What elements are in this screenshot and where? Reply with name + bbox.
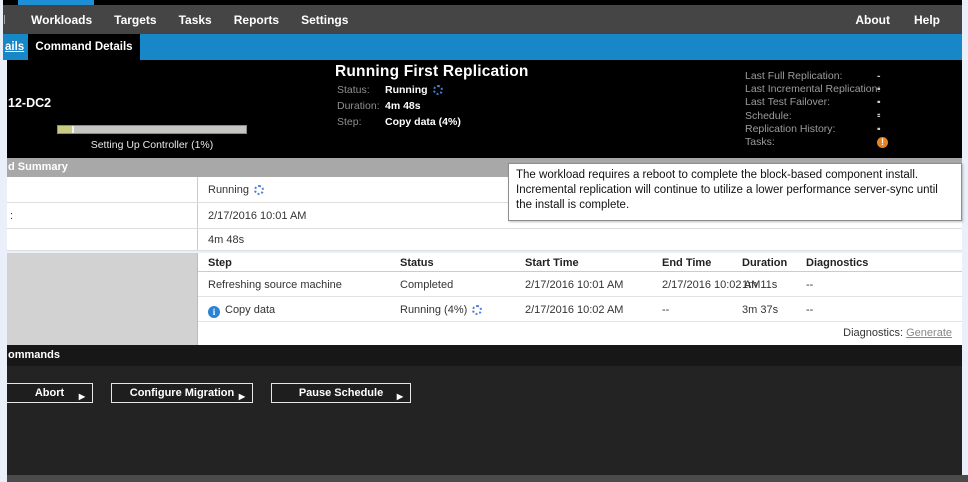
menu-arrow-icon: ▶ <box>239 388 245 406</box>
nav-item-settings[interactable]: Settings <box>301 13 348 27</box>
app-window: d Workloads Targets Tasks Reports Settin… <box>0 0 968 482</box>
workload-hostname: 12-DC2 <box>8 96 51 110</box>
info-label: Last Full Replication: <box>745 70 842 82</box>
info-row-tasks: Tasks: ! <box>745 136 880 149</box>
info-row-last-full: Last Full Replication: -- <box>745 70 880 83</box>
info-label: Tasks: <box>745 136 775 148</box>
cell-status: Running (4%) <box>400 304 482 316</box>
status-label: Status: <box>337 84 370 96</box>
duration-value: 4m 48s <box>385 100 421 112</box>
step-label: Step: <box>337 116 362 128</box>
summary-status-value: Running <box>208 184 264 196</box>
footer-bar <box>7 475 968 482</box>
spinner-icon <box>472 305 482 315</box>
step-progress-fill <box>58 126 74 133</box>
nav-item-workloads[interactable]: Workloads <box>31 13 92 27</box>
duration-label: Duration: <box>337 100 380 112</box>
col-end-time: End Time <box>662 257 711 269</box>
col-status: Status <box>400 257 434 269</box>
nav-item-help[interactable]: Help <box>914 13 940 27</box>
details-link-clipped[interactable]: ails <box>5 41 24 53</box>
summary-duration-value: 4m 48s <box>208 234 244 246</box>
duration-row: Duration: 4m 48s <box>335 100 595 113</box>
main-nav: d Workloads Targets Tasks Reports Settin… <box>3 5 962 34</box>
step-progress-bar <box>57 125 247 134</box>
nav-right-group: About Help <box>855 13 940 27</box>
steps-label-cell <box>7 253 198 345</box>
cell-start: 2/17/2016 10:01 AM <box>525 279 623 291</box>
info-row-schedule: Schedule: -- <box>745 110 880 123</box>
menu-arrow-icon: ▶ <box>397 388 403 406</box>
pause-schedule-button-label: Pause Schedule <box>299 387 383 399</box>
col-diagnostics: Diagnostics <box>806 257 868 269</box>
commands-section-header: ommands <box>7 345 962 366</box>
configure-migration-button[interactable]: Configure Migration ▶ <box>111 383 253 403</box>
diagnostics-row: Diagnostics: Generate <box>843 327 952 339</box>
steps-table-header: Step Status Start Time End Time Duration… <box>198 253 962 272</box>
nav-item-clipped[interactable]: d <box>4 13 9 27</box>
table-row: Refreshing source machine Completed 2/17… <box>198 272 962 297</box>
info-row-replication-history: Replication History: -- <box>745 123 880 136</box>
cell-step: iCopy data <box>208 304 275 318</box>
info-value: ! <box>877 136 888 148</box>
nav-item-targets[interactable]: Targets <box>114 13 156 27</box>
nav-item-reports[interactable]: Reports <box>234 13 279 27</box>
configure-migration-button-label: Configure Migration <box>130 387 235 399</box>
diagnostics-label: Diagnostics: <box>843 327 903 339</box>
commands-area: Abort ▶ Configure Migration ▶ Pause Sche… <box>7 366 962 475</box>
summary-row-label <box>7 229 198 250</box>
substep-text: Setting Up Controller (1%) <box>57 139 247 151</box>
nav-item-about[interactable]: About <box>855 13 890 27</box>
table-row: iCopy data Running (4%) 2/17/2016 10:02 … <box>198 297 962 322</box>
cell-diagnostics: -- <box>806 304 813 316</box>
info-label: Replication History: <box>745 123 835 135</box>
replication-info-panel: Last Full Replication: -- Last Increment… <box>745 70 880 149</box>
info-row-last-incremental: Last Incremental Replication: -- <box>745 83 880 96</box>
col-duration: Duration <box>742 257 787 269</box>
abort-button[interactable]: Abort ▶ <box>7 383 93 403</box>
steps-table: Step Status Start Time End Time Duration… <box>7 253 962 345</box>
info-row-last-test-failover: Last Test Failover: -- <box>745 96 880 109</box>
tasks-alert-icon[interactable]: ! <box>877 137 888 148</box>
col-start-time: Start Time <box>525 257 579 269</box>
summary-row-label: : <box>7 203 198 228</box>
col-step: Step <box>208 257 232 269</box>
abort-button-label: Abort <box>35 387 64 399</box>
cell-duration: 1m 11s <box>742 279 777 291</box>
spinner-icon <box>254 185 264 195</box>
step-row: Step: Copy data (4%) <box>335 116 595 129</box>
step-value: Copy data (4%) <box>385 116 461 128</box>
status-row: Status: Running <box>335 84 595 97</box>
info-label: Last Test Failover: <box>745 96 830 108</box>
status-value: Running <box>385 84 443 96</box>
summary-row-duration: 4m 48s <box>7 229 962 251</box>
summary-start-time-value: 2/17/2016 10:01 AM <box>208 210 306 222</box>
cell-diagnostics: -- <box>806 279 813 291</box>
tab-command-details[interactable]: Command Details <box>28 34 140 60</box>
pause-schedule-button[interactable]: Pause Schedule ▶ <box>271 383 411 403</box>
cell-start: 2/17/2016 10:02 AM <box>525 304 623 316</box>
cell-step: Refreshing source machine <box>208 279 342 291</box>
cell-duration: 3m 37s <box>742 304 778 316</box>
reboot-required-tooltip: The workload requires a reboot to comple… <box>508 163 962 221</box>
info-icon[interactable]: i <box>208 306 220 318</box>
page-title: Running First Replication <box>335 63 595 81</box>
info-label: Last Incremental Replication: <box>745 83 880 95</box>
generate-diagnostics-link[interactable]: Generate <box>906 327 952 339</box>
summary-row-label <box>7 177 198 202</box>
spinner-icon <box>433 85 443 95</box>
nav-item-tasks[interactable]: Tasks <box>179 13 212 27</box>
page-header: 12-DC2 Running First Replication Status:… <box>7 60 962 158</box>
info-label: Schedule: <box>745 110 792 122</box>
cell-end: -- <box>662 304 669 316</box>
menu-arrow-icon: ▶ <box>79 388 85 406</box>
replication-status-block: Running First Replication Status: Runnin… <box>335 63 595 129</box>
tab-bar: ails Command Details <box>3 34 962 60</box>
cell-status: Completed <box>400 279 453 291</box>
